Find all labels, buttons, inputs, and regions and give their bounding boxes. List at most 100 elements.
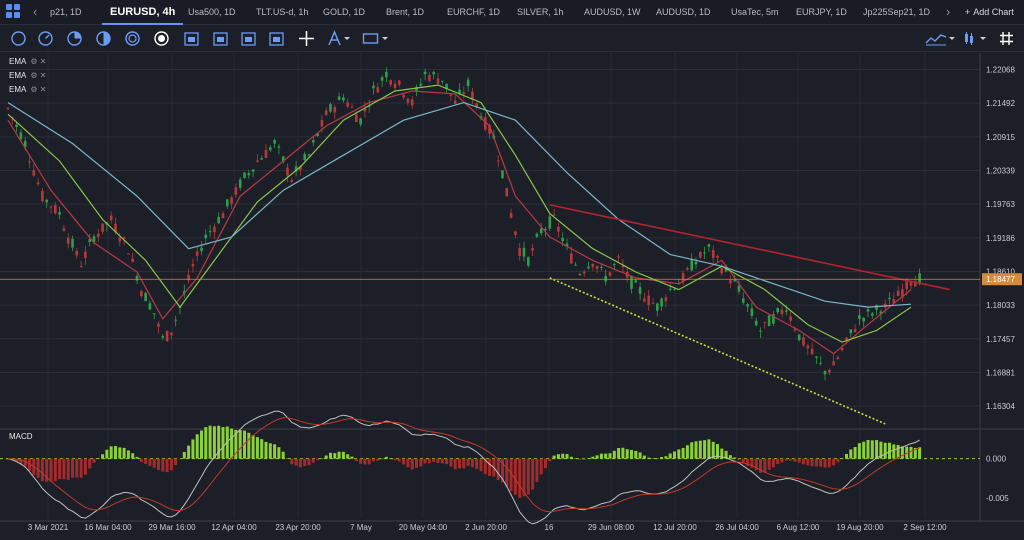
macd-histogram-bar [870,440,874,459]
tab-eurchf-1d[interactable]: EURCHF, 1D [447,0,500,25]
ema-legend-row[interactable]: EMA ⚙ ✕ [9,70,46,82]
tab-bar: ‹ p21, 1D EURUSD, 4h Usa500, 1D TLT.US-d, 1… [0,0,1024,25]
tab-eurusd-4h[interactable]: EURUSD, 4h [101,0,184,25]
pen-icon[interactable] [326,30,343,47]
candle-body [789,316,792,321]
candle-body [269,147,272,151]
tab-audusd-1d[interactable]: AUDUSD, 1D [656,0,711,25]
macd-histogram-bar [591,456,595,459]
macd-histogram-bar [397,458,401,462]
macd-histogram-bar [827,458,831,468]
macd-histogram-bar [582,458,586,461]
macd-histogram-bar [548,458,552,462]
add-chart-button[interactable]: + Add Chart [961,0,1014,25]
macd-histogram-bar [655,458,659,459]
tab-eurjpy-1d[interactable]: EURJPY, 1D [796,0,847,25]
macd-histogram-bar [251,435,255,459]
rectangle-icon[interactable] [362,30,379,47]
chart-type-icon[interactable] [925,30,947,47]
coin-icon[interactable] [124,30,141,47]
macd-histogram-bar [372,458,375,462]
circle-icon[interactable] [10,30,27,47]
gauge-icon[interactable] [37,30,54,47]
settings-icon[interactable]: ⚙ ✕ [30,71,46,80]
chevron-down-icon[interactable] [381,30,389,47]
candle-body [823,371,827,375]
candle-body [453,100,457,104]
tab-gold-1d[interactable]: GOLD, 1D [323,0,365,25]
macd-histogram-bar [677,449,681,459]
candle-body [380,77,384,81]
tab-jp225sep21-1d[interactable]: Jp225Sep21, 1D [863,0,930,25]
macd-histogram-bar [763,458,767,473]
candle-body [647,295,650,306]
x-tick-label: 23 Apr 20:00 [275,523,321,532]
tab-usatec-5m[interactable]: UsaTec, 5m [731,0,779,25]
candle-body [780,309,784,315]
macd-histogram-bar [105,449,109,459]
pie-icon[interactable] [66,30,83,47]
candle-body [131,258,134,262]
calendar-icon[interactable] [212,30,229,47]
macd-histogram-bar [58,458,62,480]
half-moon-icon[interactable] [95,30,112,47]
calendar-icon[interactable] [268,30,285,47]
scroll-right-icon[interactable]: › [946,4,950,19]
tab-p21-1d[interactable]: p21, 1D [50,0,82,25]
macd-histogram-bar [169,458,173,471]
x-tick-label: 16 [545,523,554,532]
macd-histogram-bar [311,458,315,463]
tab-tlt-us-d-1h[interactable]: TLT.US-d, 1h [256,0,308,25]
candle-body [522,247,526,257]
candle-body [251,169,255,172]
macd-legend-label[interactable]: MACD [9,432,33,441]
calendar-icon[interactable] [183,30,200,47]
macd-histogram-bar [221,427,225,459]
macd-histogram-bar [187,445,191,459]
macd-histogram-bar [88,458,92,469]
tab-silver-1h[interactable]: SILVER, 1h [517,0,563,25]
candle-body [200,247,203,252]
calendar-icon[interactable] [240,30,257,47]
macd-histogram-bar [161,458,165,472]
chart-area[interactable]: 1.22068 1.21492 1.20915 1.20339 1.19763 1.191… [0,53,1024,540]
chevron-down-icon[interactable] [948,30,956,47]
candle-body [62,228,66,231]
chevron-down-icon[interactable] [343,30,351,47]
crosshair-icon[interactable] [298,30,315,47]
macd-histogram-bar [621,447,625,459]
grid-icon[interactable] [998,30,1015,47]
settings-icon[interactable]: ⚙ ✕ [30,85,46,94]
resistance-trendline [549,204,950,291]
candle-body [208,231,212,233]
macd-histogram-bar [539,458,543,475]
tab-brent-1d[interactable]: Brent, 1D [386,0,424,25]
candle-body [707,244,711,247]
macd-histogram-bar [432,458,436,462]
ema-legend-row[interactable]: EMA ⚙ ✕ [9,84,46,96]
x-tick-label: 2 Jun 20:00 [465,523,507,532]
candle-body [828,369,831,373]
candle-body [660,298,663,307]
tab-usa500-1d[interactable]: Usa500, 1D [188,0,236,25]
candle-body [359,118,362,125]
price-chart[interactable]: 1.22068 1.21492 1.20915 1.20339 1.19763 1.191… [0,53,1024,540]
macd-histogram-bar [857,443,861,459]
x-tick-label: 12 Jul 20:00 [653,523,697,532]
settings-icon[interactable]: ⚙ ✕ [30,57,46,66]
record-icon[interactable] [153,30,170,47]
macd-histogram-bar [488,458,492,476]
macd-histogram-bar [298,458,302,468]
candle-body [703,252,706,254]
macd-histogram-bar [139,458,143,462]
candle-icon[interactable] [962,30,976,47]
more-icon[interactable] [979,30,987,47]
candle-body [742,298,745,303]
macd-histogram-bar [165,458,169,473]
macd-histogram-bar [814,458,818,467]
candle-body [750,308,754,316]
y-tick-label: 1.20339 [986,166,1015,175]
tab-audusd-1w[interactable]: AUDUSD, 1W [584,0,641,25]
ema-legend-row[interactable]: EMA ⚙ ✕ [9,56,46,68]
macd-histogram-bar [707,439,711,459]
